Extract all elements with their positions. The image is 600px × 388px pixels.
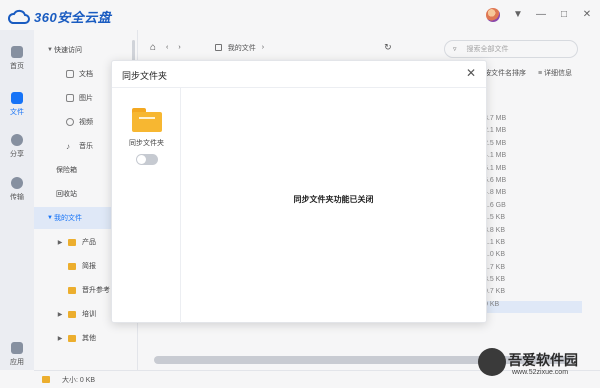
dialog-header: 同步文件夹 ✕: [112, 61, 486, 88]
sync-folder-icon[interactable]: [132, 108, 162, 132]
close-icon[interactable]: ✕: [466, 67, 476, 79]
sync-disabled-message: 同步文件夹功能已关闭: [293, 195, 374, 204]
watermark-url: www.52zixue.com: [512, 369, 569, 376]
watermark-logo: [478, 348, 506, 376]
watermark-title: 吾爱软件园: [508, 352, 578, 368]
dialog-sidebar: 同步文件夹: [112, 88, 181, 323]
watermark: 吾爱软件园 www.52zixue.com: [478, 346, 598, 386]
sync-folder-dialog: 同步文件夹 ✕ 同步文件夹 同步文件夹功能已关闭: [111, 60, 487, 323]
sync-toggle[interactable]: [136, 154, 158, 165]
dialog-title: 同步文件夹: [122, 71, 168, 81]
sync-folder-label: 同步文件夹: [129, 140, 164, 147]
